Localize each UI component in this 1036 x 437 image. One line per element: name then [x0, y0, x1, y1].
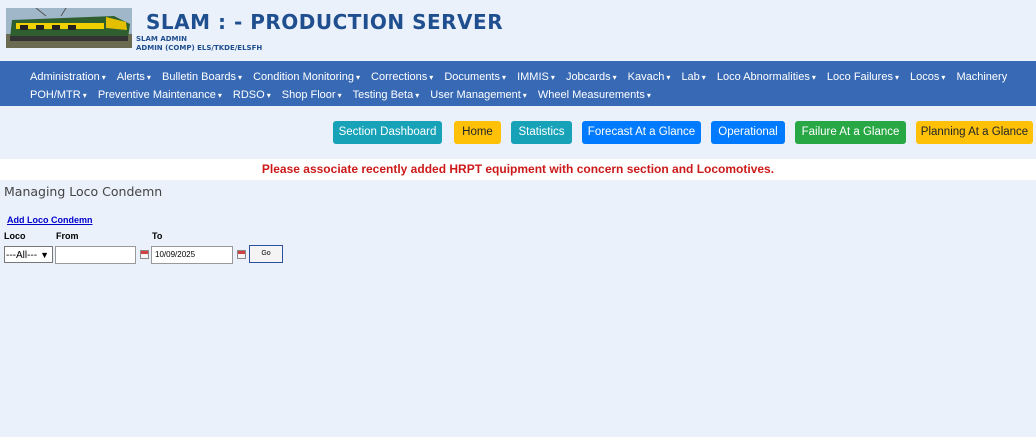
- nav-alerts[interactable]: Alerts ▾: [117, 70, 151, 85]
- chevron-down-icon: ▾: [666, 73, 671, 82]
- chevron-down-icon: ▾: [646, 91, 651, 100]
- operational-button[interactable]: Operational: [711, 121, 785, 144]
- section-dashboard-button[interactable]: Section Dashboard: [333, 121, 442, 144]
- page: SLAM : - PRODUCTION SERVER SLAM ADMIN AD…: [0, 0, 1036, 437]
- chevron-down-icon: ▾: [355, 73, 360, 82]
- header: SLAM : - PRODUCTION SERVER SLAM ADMIN AD…: [0, 0, 1036, 58]
- app-title: SLAM : - PRODUCTION SERVER: [146, 10, 504, 34]
- nav-row-2: POH/MTR ▾ Preventive Maintenance ▾ RDSO ▾ S…: [30, 88, 659, 103]
- chevron-down-icon: ▾: [266, 91, 271, 100]
- nav-locos[interactable]: Locos ▾: [910, 70, 945, 85]
- chevron-down-icon: ▾: [429, 73, 434, 82]
- loco-select[interactable]: ---All--- ▼: [4, 246, 53, 263]
- chevron-down-icon: ▾: [82, 91, 87, 100]
- from-label: From: [56, 231, 79, 241]
- go-button[interactable]: Go: [249, 245, 283, 263]
- from-date-input[interactable]: [55, 246, 136, 264]
- nav-machinery[interactable]: Machinery: [956, 70, 1007, 84]
- nav-administration[interactable]: Administration ▾: [30, 70, 106, 85]
- nav-rdso[interactable]: RDSO ▾: [233, 88, 271, 103]
- quick-actions-bar: Section Dashboard Home Statistics Foreca…: [0, 111, 1036, 156]
- chevron-down-icon: ▾: [522, 91, 527, 100]
- chevron-down-icon: ▾: [337, 91, 342, 100]
- page-title: Managing Loco Condemn: [4, 184, 163, 199]
- chevron-down-icon: ▾: [612, 73, 617, 82]
- nav-user-management[interactable]: User Management ▾: [430, 88, 527, 103]
- nav-documents[interactable]: Documents ▾: [444, 70, 506, 85]
- nav-testing-beta[interactable]: Testing Beta ▾: [353, 88, 420, 103]
- nav-shop-floor[interactable]: Shop Floor ▾: [282, 88, 342, 103]
- alert-message: Please associate recently added HRPT equ…: [261, 162, 775, 176]
- locomotive-logo-icon: [6, 8, 132, 48]
- chevron-down-icon: ▾: [550, 73, 555, 82]
- forecast-button[interactable]: Forecast At a Glance: [582, 121, 701, 144]
- failure-button[interactable]: Failure At a Glance: [795, 121, 906, 144]
- add-loco-condemn-link[interactable]: Add Loco Condemn: [7, 215, 93, 225]
- chevron-down-icon: ▾: [101, 73, 106, 82]
- nav-lab[interactable]: Lab ▾: [681, 70, 705, 85]
- chevron-down-icon: ▾: [146, 73, 151, 82]
- nav-bulletin-boards[interactable]: Bulletin Boards ▾: [162, 70, 242, 85]
- planning-button[interactable]: Planning At a Glance: [916, 121, 1033, 144]
- chevron-down-icon: ▾: [237, 73, 242, 82]
- calendar-icon[interactable]: [237, 250, 246, 259]
- to-label: To: [152, 231, 163, 241]
- nav-jobcards[interactable]: Jobcards ▾: [566, 70, 617, 85]
- chevron-down-icon: ▾: [217, 91, 222, 100]
- nav-loco-failures[interactable]: Loco Failures ▾: [827, 70, 899, 85]
- chevron-down-icon: ▾: [502, 73, 507, 82]
- loco-label: Loco: [4, 231, 26, 241]
- chevron-down-icon: ▾: [941, 73, 946, 82]
- nav-kavach[interactable]: Kavach ▾: [628, 70, 671, 85]
- chevron-down-icon: ▾: [415, 91, 420, 100]
- nav-preventive-maintenance[interactable]: Preventive Maintenance ▾: [98, 88, 222, 103]
- chevron-down-icon: ▾: [811, 73, 816, 82]
- chevron-down-icon: ▾: [894, 73, 899, 82]
- calendar-icon[interactable]: [140, 250, 149, 259]
- statistics-button[interactable]: Statistics: [511, 121, 572, 144]
- user-name: SLAM ADMIN: [136, 35, 187, 43]
- nav-wheel-measurements[interactable]: Wheel Measurements ▾: [538, 88, 651, 103]
- chevron-down-icon: ▾: [701, 73, 706, 82]
- loco-select-value: ---All---: [6, 250, 38, 261]
- alert-bar: Please associate recently added HRPT equ…: [0, 159, 1036, 180]
- nav-loco-abnormalities[interactable]: Loco Abnormalities ▾: [717, 70, 816, 85]
- user-role: ADMIN (COMP) ELS/TKDE/ELSFH: [136, 44, 263, 52]
- to-date-input[interactable]: 10/09/2025: [151, 246, 233, 264]
- nav-condition-monitoring[interactable]: Condition Monitoring ▾: [253, 70, 360, 85]
- nav-poh-mtr[interactable]: POH/MTR ▾: [30, 88, 87, 103]
- nav-immis[interactable]: IMMIS ▾: [517, 70, 555, 85]
- nav-corrections[interactable]: Corrections ▾: [371, 70, 433, 85]
- home-button[interactable]: Home: [454, 121, 501, 144]
- main-nav: Administration ▾ Alerts ▾ Bulletin Boards ▾…: [0, 61, 1036, 106]
- nav-row-1: Administration ▾ Alerts ▾ Bulletin Boards ▾…: [30, 70, 1015, 85]
- chevron-down-icon: ▼: [40, 250, 49, 260]
